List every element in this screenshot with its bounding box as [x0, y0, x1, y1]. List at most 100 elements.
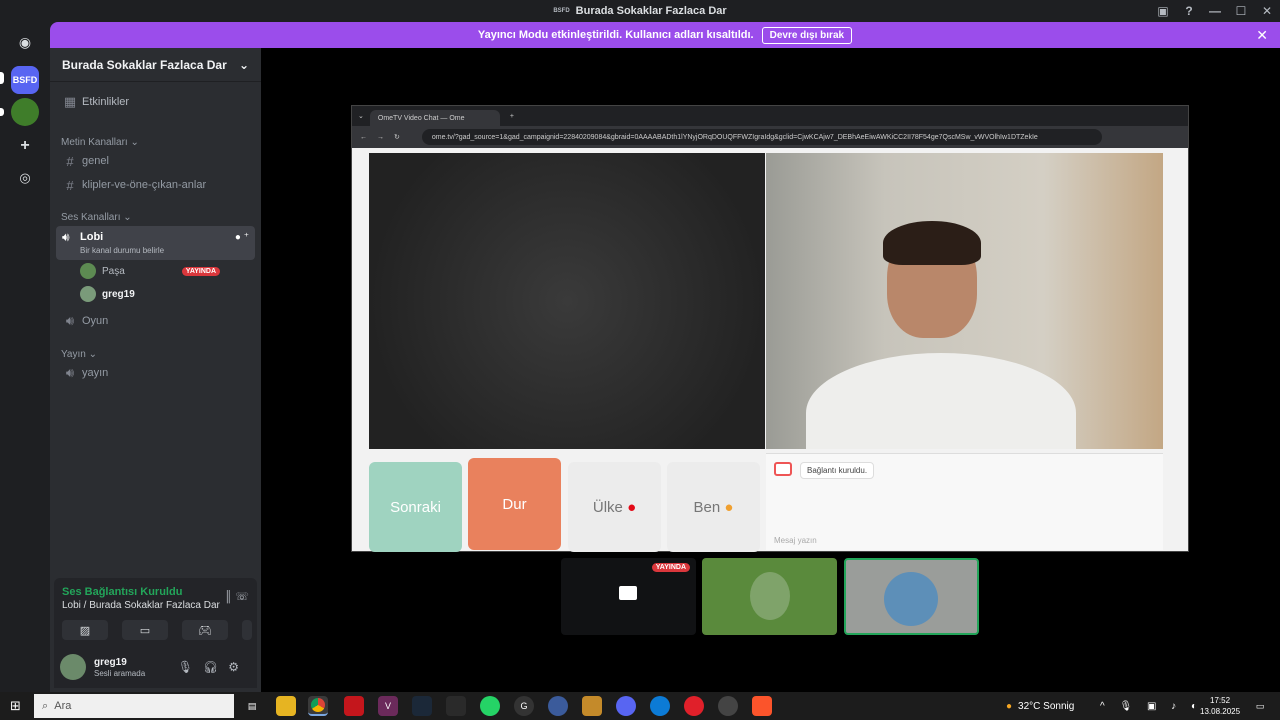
voice-location[interactable]: Lobi / Burada Sokaklar Fazlaca Dar [62, 600, 220, 611]
soundboard-button[interactable] [242, 620, 252, 640]
category-text-channels[interactable]: Metin Kanalları ⌄ [61, 137, 139, 148]
category-voice-channels[interactable]: Ses Kanalları ⌄ [61, 212, 132, 223]
brave-icon[interactable] [752, 696, 772, 716]
events-item[interactable]: ▦ Etkinlikler [56, 90, 255, 114]
face-icon: ● [724, 498, 734, 516]
ometv-logo-icon [774, 462, 792, 476]
minimize-button[interactable]: — [1202, 4, 1228, 18]
url-field[interactable]: ome.tv/?gad_source=1&gad_campaignid=2284… [421, 129, 1102, 145]
noise-icon[interactable]: ║ [224, 591, 232, 603]
voice-user[interactable]: greg19 [80, 284, 135, 304]
back-icon[interactable]: ← [360, 134, 367, 141]
help-icon[interactable]: ? [1176, 4, 1202, 18]
add-server-icon[interactable]: + [11, 132, 39, 160]
avatar[interactable] [60, 654, 86, 680]
chevron-down-icon: ⌄ [238, 57, 249, 72]
voice-user-name: Paşa [102, 265, 125, 277]
voice-status[interactable]: Ses Bağlantısı Kuruldu [62, 586, 182, 598]
start-icon[interactable]: ⊞ [10, 698, 21, 714]
reload-icon[interactable]: ↻ [394, 133, 400, 141]
activity-button[interactable]: 🎮︎ [182, 620, 228, 640]
search-label: Ara [54, 700, 72, 712]
streamer-mode-banner: Yayıncı Modu etkinleştirildi. Kullanıcı … [50, 22, 1280, 48]
me-button[interactable]: Ben ● [667, 462, 760, 552]
chat-message: Bağlantı kuruldu. [800, 462, 875, 479]
chat-input[interactable]: Mesaj yazın [774, 536, 817, 545]
chrome-icon[interactable] [308, 696, 328, 716]
windows-taskbar: ⊞ ⌕ Ara ▤ V G ● 32°C Sonnig ^ 🎙︎ ▣ ♪ ◐ 1… [0, 692, 1280, 720]
voice-user[interactable]: Paşa YAYINDA [80, 261, 221, 281]
stop-label: Dur [502, 495, 527, 513]
system-tray-icons[interactable]: ^ 🎙︎ ▣ ♪ ◐ [1100, 692, 1203, 720]
obs-icon[interactable] [718, 696, 738, 716]
app-icon-red[interactable] [344, 696, 364, 716]
avatar [80, 286, 96, 302]
screen-share-button[interactable]: ▭ [122, 620, 168, 640]
user-status: Sesli aramada [94, 669, 146, 678]
screen-icon [619, 586, 637, 600]
channel-label: yayın [82, 367, 109, 379]
channel-klipler[interactable]: # klipler-ve-öne-çıkan-anlar [56, 173, 255, 197]
participant-tile-pasa[interactable] [702, 558, 837, 635]
category-stream[interactable]: Yayın ⌄ [61, 349, 97, 360]
steam-icon[interactable] [412, 696, 432, 716]
whatsapp-icon[interactable] [480, 696, 500, 716]
epic-games-icon[interactable] [446, 696, 466, 716]
app-icon-shield[interactable] [582, 696, 602, 716]
clock[interactable]: 17:52 13.08.2025 [1200, 692, 1240, 720]
app-icon-v[interactable]: V [378, 696, 398, 716]
edge-icon[interactable] [650, 696, 670, 716]
participant-tile-stream[interactable]: YAYINDA [561, 558, 696, 635]
microphone-icon[interactable]: 🎙︎ [178, 660, 203, 674]
opera-icon[interactable] [684, 696, 704, 716]
voice-user-name: greg19 [102, 288, 135, 300]
headphones-icon[interactable]: 🎧︎ [203, 660, 228, 674]
close-icon[interactable]: ✕ [1256, 27, 1268, 44]
notification-icon[interactable]: ▭ [1250, 696, 1270, 716]
channel-label: genel [82, 155, 109, 167]
voice-channel-oyun[interactable]: 🔊︎ Oyun [56, 309, 255, 333]
new-tab-icon[interactable]: + [510, 113, 514, 120]
voice-channel-lobi[interactable]: 🔊︎ Lobi Bir kanal durumu belirle ● ⁺ [56, 226, 255, 260]
voice-channel-name: Lobi [80, 231, 104, 243]
disconnect-icon[interactable]: ☏ [235, 591, 249, 603]
next-button[interactable]: Sonraki [369, 462, 462, 552]
server-icon-bsfd[interactable]: BSFD [11, 66, 39, 94]
gear-icon[interactable]: ⚙ [228, 660, 249, 674]
app-icon-g[interactable]: G [514, 696, 534, 716]
server-header[interactable]: Burada Sokaklar Fazlaca Dar ⌄ [50, 48, 261, 82]
browser-tab[interactable]: OmeTV Video Chat — Ome [369, 110, 500, 126]
channel-genel[interactable]: # genel [56, 149, 255, 173]
weather-text: 32°C Sonnig [1018, 700, 1075, 712]
server-icon-frog[interactable] [11, 98, 39, 126]
stop-button[interactable]: Dur [468, 458, 561, 550]
inbox-icon[interactable]: ▣ [1150, 4, 1176, 18]
weather-widget[interactable]: ● 32°C Sonnig [1006, 692, 1074, 720]
discord-taskbar-icon[interactable] [616, 696, 636, 716]
channel-label: Oyun [82, 315, 109, 327]
chat-and-invite-icons[interactable]: ● ⁺ [235, 232, 249, 243]
window-title: Burada Sokaklar Fazlaca Dar [575, 5, 727, 17]
participant-tile-greg19[interactable] [844, 558, 979, 635]
disable-streamer-mode-button[interactable]: Devre dışı bırak [761, 26, 853, 44]
forward-icon[interactable]: → [377, 134, 384, 141]
file-explorer-icon[interactable] [276, 696, 296, 716]
camera-off-button[interactable]: ▨ [62, 620, 108, 640]
sun-icon: ● [1006, 700, 1013, 712]
tab-list-icon[interactable]: ⌄ [358, 112, 364, 120]
discord-home-icon[interactable]: ◉ [11, 28, 39, 56]
close-button[interactable]: ✕ [1254, 4, 1280, 18]
channel-status-prompt[interactable]: Bir kanal durumu belirle [80, 246, 164, 255]
maximize-button[interactable]: ☐ [1228, 4, 1254, 18]
live-badge: YAYINDA [651, 563, 690, 572]
task-view-icon[interactable]: ▤ [242, 696, 262, 716]
title-server-badge: BSFD [553, 8, 570, 14]
taskbar-search[interactable]: ⌕ Ara [34, 694, 234, 718]
discover-icon[interactable]: ◎ [11, 164, 39, 192]
shared-screen-browser[interactable]: ⌄ OmeTV Video Chat — Ome + ← → ↻ ome.tv/… [351, 105, 1189, 552]
app-icon-blue[interactable] [548, 696, 568, 716]
person-hair [883, 221, 981, 265]
avatar [80, 263, 96, 279]
channel-yayin[interactable]: 🔊︎ yayın [56, 361, 255, 385]
country-button[interactable]: Ülke ● [568, 462, 661, 552]
